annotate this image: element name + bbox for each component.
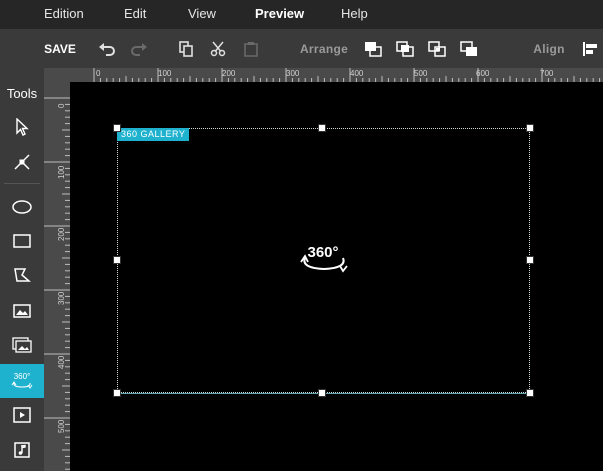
- h-tick-label: 600: [476, 69, 490, 78]
- undo-icon: [99, 42, 115, 56]
- image-icon: [13, 304, 31, 318]
- align-left-icon: [583, 41, 597, 56]
- h-tick-label: 700: [540, 69, 554, 78]
- bring-to-front-button[interactable]: [362, 29, 384, 68]
- 360-tool-label: 360°: [14, 372, 31, 381]
- toolbar: SAVE Arrange Align: [0, 29, 603, 68]
- v-tick-label: 200: [57, 227, 66, 241]
- video-icon: [13, 407, 31, 423]
- resize-handle-left[interactable]: [113, 256, 121, 264]
- rectangle-tool[interactable]: [0, 224, 44, 258]
- select-tool[interactable]: [0, 110, 44, 144]
- gallery-tool[interactable]: [0, 328, 44, 362]
- menu-bar: Edition Edit View Preview Help: [0, 0, 603, 29]
- h-tick-label: 0: [96, 69, 101, 78]
- bring-to-front-icon: [365, 41, 382, 57]
- arrange-label: Arrange: [298, 29, 350, 68]
- pointer-icon: [16, 118, 29, 136]
- align-label: Align: [530, 29, 568, 68]
- h-tick-label: 100: [158, 69, 172, 78]
- h-tick-label: 400: [350, 69, 364, 78]
- v-tick-label: 500: [57, 419, 66, 433]
- ellipse-icon: [12, 200, 32, 214]
- gallery-icon: [12, 337, 32, 353]
- menu-help[interactable]: Help: [341, 6, 368, 21]
- resize-handle-bottom[interactable]: [318, 389, 326, 397]
- resize-handle-right[interactable]: [526, 256, 534, 264]
- save-button[interactable]: SAVE: [40, 29, 80, 68]
- v-tick-label: 0: [57, 103, 66, 108]
- rotate-arrows-icon: [300, 254, 348, 273]
- arrange-text: Arrange: [299, 41, 349, 56]
- resize-handle-bottom-right[interactable]: [526, 389, 534, 397]
- resize-handle-bottom-left[interactable]: [113, 389, 121, 397]
- v-tick-label: 300: [57, 291, 66, 305]
- v-tick-label: 100: [57, 165, 66, 179]
- ellipse-tool[interactable]: [0, 190, 44, 224]
- audio-tool[interactable]: [0, 433, 44, 467]
- node-edit-icon: [14, 154, 30, 170]
- horizontal-ruler-ticks: [93, 68, 601, 82]
- send-to-back-button[interactable]: [458, 29, 480, 68]
- redo-button[interactable]: [128, 29, 150, 68]
- polygon-tool[interactable]: [0, 258, 44, 292]
- audio-icon: [14, 442, 30, 458]
- ruler-corner: [0, 68, 44, 82]
- save-label: SAVE: [44, 41, 76, 56]
- image-tool[interactable]: [0, 294, 44, 328]
- cut-button[interactable]: [207, 29, 229, 68]
- h-tick-label: 200: [222, 69, 236, 78]
- menu-preview[interactable]: Preview: [255, 6, 304, 21]
- bring-forward-button[interactable]: [394, 29, 416, 68]
- bring-forward-icon: [396, 40, 414, 57]
- scissors-icon: [210, 41, 226, 56]
- align-text: Align: [533, 41, 565, 56]
- menu-edit[interactable]: Edit: [124, 6, 146, 21]
- horizontal-ruler: 0 100 200 300 400 500 600 700: [44, 68, 603, 82]
- menu-view[interactable]: View: [188, 6, 216, 21]
- video-tool[interactable]: [0, 398, 44, 432]
- resize-handle-top-left[interactable]: [113, 124, 121, 132]
- vertical-ruler-ticks: [44, 97, 70, 470]
- tools-title: Tools: [6, 86, 38, 101]
- widget-type-label: 360 GALLERY: [117, 128, 190, 141]
- paste-button[interactable]: [240, 29, 262, 68]
- copy-button[interactable]: [176, 29, 196, 68]
- rectangle-icon: [13, 234, 31, 248]
- menu-edition[interactable]: Edition: [44, 6, 84, 21]
- send-backward-icon: [428, 40, 446, 57]
- tools-separator: [4, 183, 40, 184]
- node-tool[interactable]: [0, 145, 44, 179]
- redo-icon: [131, 42, 147, 56]
- copy-icon: [179, 40, 193, 57]
- 360-gallery-tool[interactable]: 360°: [0, 364, 44, 398]
- vertical-ruler: 0 100 200 300 400 500: [44, 82, 70, 471]
- v-tick-label: 400: [57, 355, 66, 369]
- clipboard-icon: [244, 41, 258, 57]
- polygon-icon: [14, 268, 31, 282]
- 360-panorama-icon: 360°: [296, 242, 352, 274]
- send-to-back-icon: [460, 40, 477, 56]
- align-left-button[interactable]: [580, 29, 600, 68]
- resize-handle-top-right[interactable]: [526, 124, 534, 132]
- 360-icon: 360°: [11, 372, 33, 389]
- h-tick-label: 500: [414, 69, 428, 78]
- resize-handle-top[interactable]: [318, 124, 326, 132]
- tools-panel: Tools 360°: [0, 82, 44, 471]
- h-tick-label: 300: [286, 69, 300, 78]
- undo-button[interactable]: [96, 29, 118, 68]
- send-backward-button[interactable]: [426, 29, 448, 68]
